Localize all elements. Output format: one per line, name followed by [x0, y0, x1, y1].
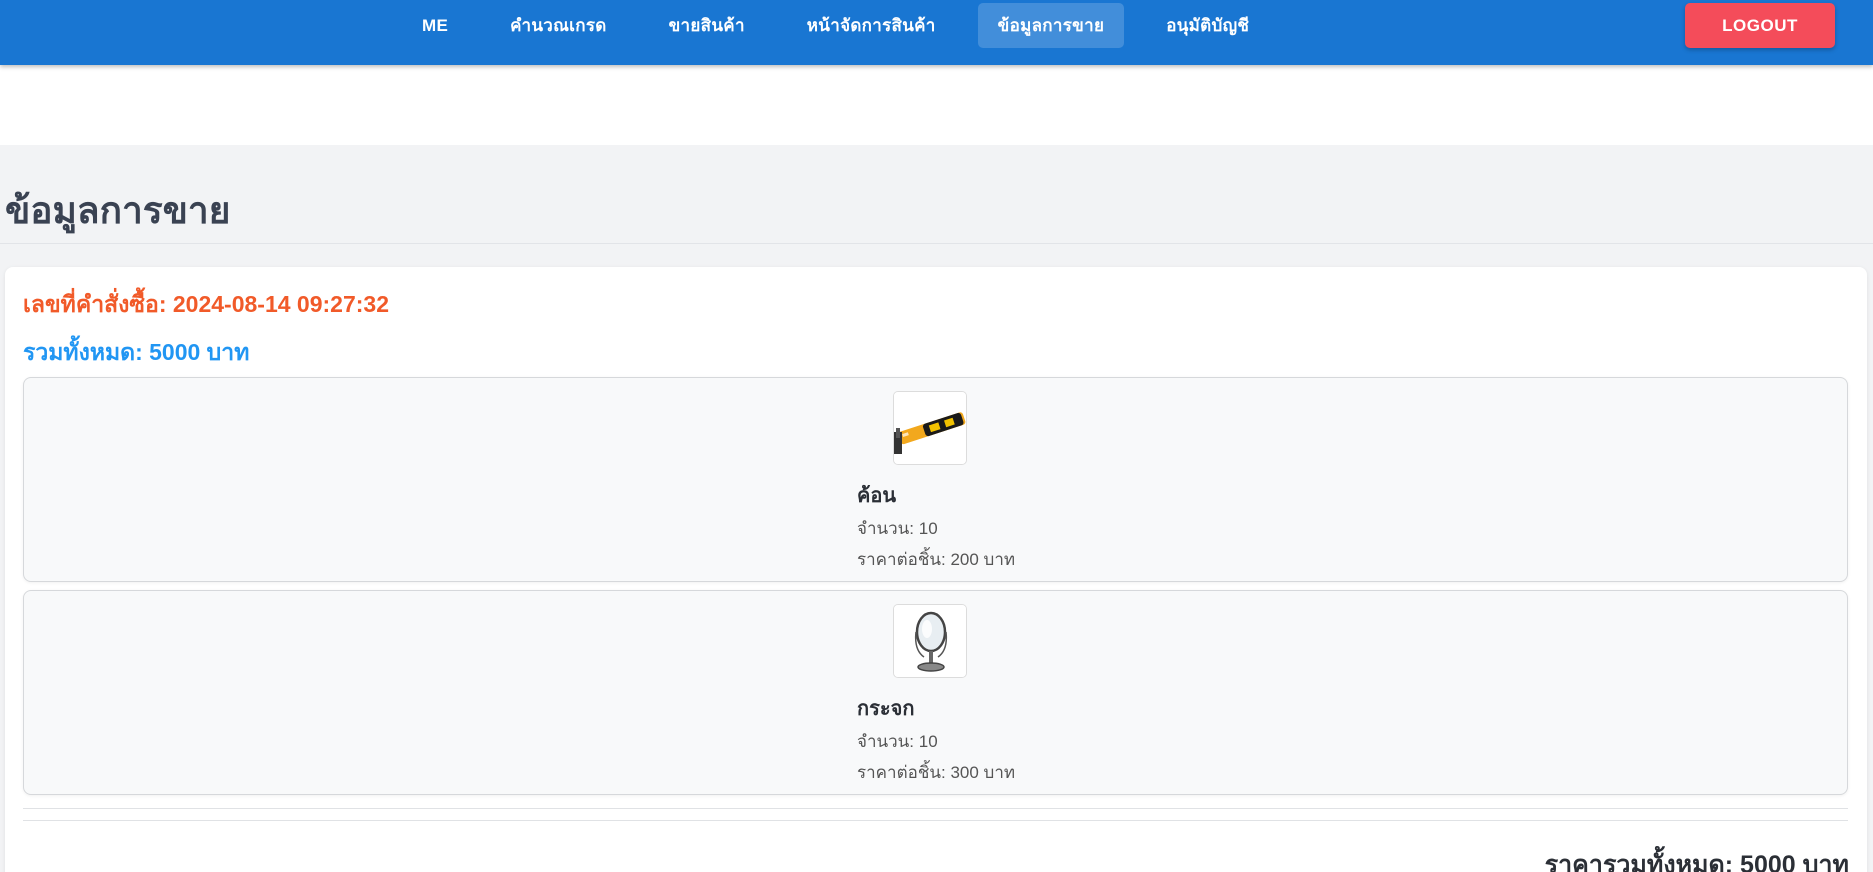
divider — [23, 808, 1848, 809]
nav-item-sell-products[interactable]: ขายสินค้า — [649, 3, 765, 48]
order-item: กระจก จำนวน: 10 ราคาต่อชิ้น: 300 บาท — [23, 590, 1848, 795]
order-total: รวมทั้งหมด: 5000 บาท — [23, 339, 250, 365]
nav-item-manage-products[interactable]: หน้าจัดการสินค้า — [787, 3, 956, 48]
item-unit-price: ราคาต่อชิ้น: 300 บาท — [857, 763, 1016, 782]
order-id: เลขที่คำสั่งซื้อ: 2024-08-14 09:27:32 — [23, 291, 389, 317]
page-title: ข้อมูลการขาย — [5, 190, 231, 231]
mirror-image — [893, 604, 967, 678]
item-name: กระจก — [857, 698, 915, 720]
nav-links: ME คำนวณเกรด ขายสินค้า หน้าจัดการสินค้า … — [402, 3, 1291, 48]
item-name: ค้อน — [857, 485, 897, 507]
grand-total: ราคารวมทั้งหมด: 5000 บาท — [1544, 851, 1849, 872]
item-quantity: จำนวน: 10 — [857, 519, 938, 538]
top-navbar: ME คำนวณเกรด ขายสินค้า หน้าจัดการสินค้า … — [0, 0, 1873, 65]
order-card: เลขที่คำสั่งซื้อ: 2024-08-14 09:27:32 รว… — [5, 267, 1867, 872]
order-item: ค้อน จำนวน: 10 ราคาต่อชิ้น: 200 บาท — [23, 377, 1848, 582]
nav-item-approve-accounts[interactable]: อนุมัติบัญชี — [1146, 3, 1269, 48]
logout-button[interactable]: LOGOUT — [1685, 3, 1835, 48]
title-divider — [0, 243, 1873, 244]
item-quantity: จำนวน: 10 — [857, 732, 938, 751]
nav-item-grade-calculator[interactable]: คำนวณเกรด — [490, 3, 627, 48]
nav-item-me[interactable]: ME — [402, 3, 468, 48]
hammer-image — [893, 391, 967, 465]
main-content: ข้อมูลการขาย เลขที่คำสั่งซื้อ: 2024-08-1… — [0, 145, 1873, 872]
item-unit-price: ราคาต่อชิ้น: 200 บาท — [857, 550, 1016, 569]
divider — [23, 820, 1848, 821]
nav-item-sales-data[interactable]: ข้อมูลการขาย — [977, 3, 1125, 48]
